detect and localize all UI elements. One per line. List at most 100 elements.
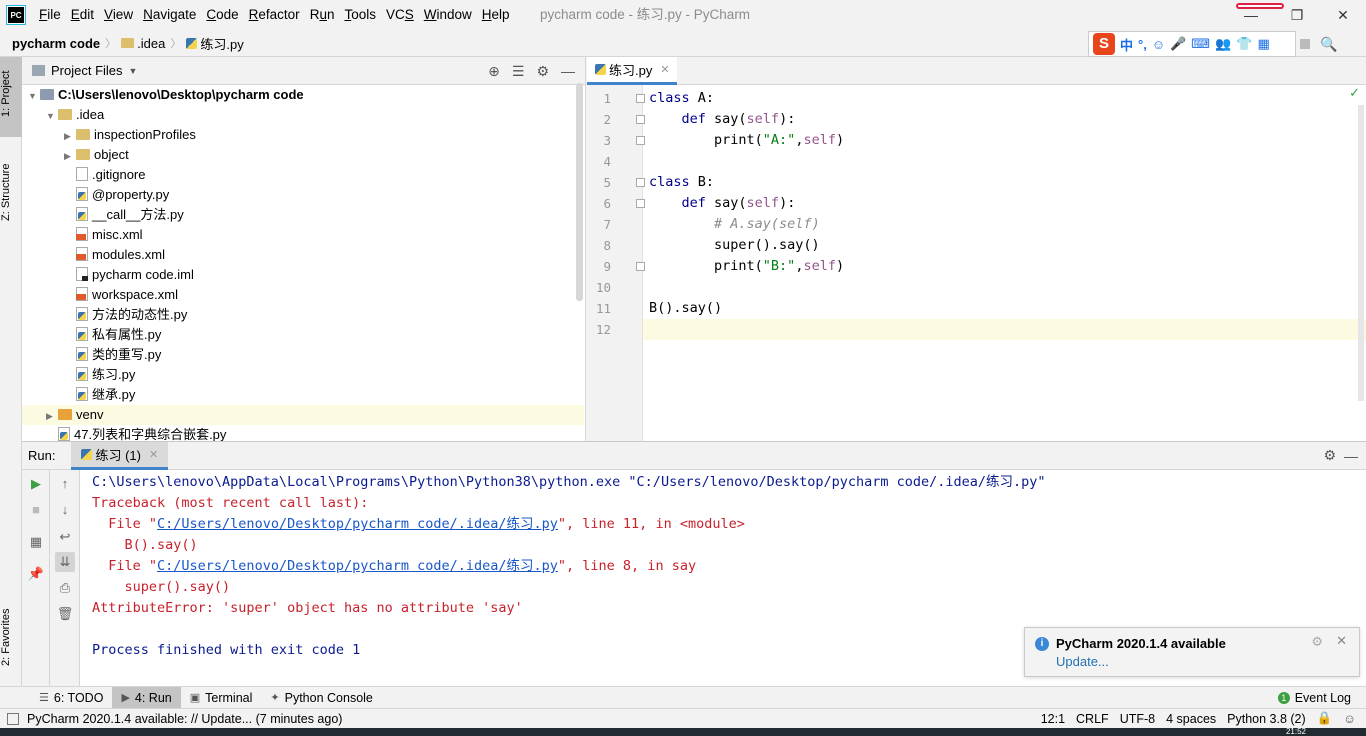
tree-row[interactable]: modules.xml	[22, 245, 584, 265]
menu-item[interactable]: File	[34, 0, 66, 30]
collapse-all-icon[interactable]: ☰	[512, 63, 525, 80]
tree-row[interactable]: 47.列表和字典综合嵌套.py	[22, 425, 584, 441]
ime-skin-icon[interactable]: 👕	[1236, 36, 1252, 52]
breadcrumb-folder[interactable]: .idea	[137, 36, 165, 51]
tree-row[interactable]: ▶ inspectionProfiles	[22, 125, 584, 145]
menu-item[interactable]: VCS	[381, 0, 419, 30]
todo-tool-tab[interactable]: ☰ 6: TODO	[30, 687, 112, 709]
ime-emoji-icon[interactable]: ☺	[1152, 37, 1165, 52]
editor-tab-active[interactable]: 练习.py ✕	[587, 57, 677, 85]
inspector-icon[interactable]: ☺	[1343, 712, 1356, 726]
console-output[interactable]: C:\Users\lenovo\AppData\Local\Programs\P…	[92, 472, 1092, 661]
tree-row[interactable]: ▶ venv	[22, 405, 584, 425]
tree-row[interactable]: 练习.py	[22, 365, 584, 385]
tree-row[interactable]: __call__方法.py	[22, 205, 584, 225]
menu-item[interactable]: Navigate	[138, 0, 201, 30]
rerun-icon[interactable]: ▶	[26, 474, 46, 494]
file-link[interactable]: C:/Users/lenovo/Desktop/pycharm code/.id…	[157, 558, 558, 574]
soft-wrap-icon[interactable]: ↩	[55, 527, 75, 547]
ime-punctuation-icon[interactable]: °,	[1138, 37, 1147, 52]
pin-icon[interactable]: 📌	[26, 564, 46, 584]
print-icon[interactable]: ⎙	[55, 578, 75, 598]
file-link[interactable]: C:/Users/lenovo/Desktop/pycharm code/.id…	[157, 516, 558, 532]
minimize-button[interactable]: —	[1240, 4, 1262, 26]
locate-file-icon[interactable]: ⊕	[488, 63, 500, 80]
expand-arrow-icon[interactable]: ▼	[28, 86, 40, 106]
run-config-tab[interactable]: 练习 (1) ✕	[71, 441, 169, 470]
breadcrumb-root[interactable]: pycharm code	[12, 36, 100, 51]
close-window-button[interactable]: ✕	[1332, 4, 1354, 26]
tree-row[interactable]: .gitignore	[22, 165, 584, 185]
close-tab-icon[interactable]: ✕	[149, 448, 158, 461]
menu-item[interactable]: Window	[419, 0, 477, 30]
event-log-tool-tab[interactable]: 1 Event Log	[1277, 691, 1351, 705]
ime-user-icon[interactable]: 👥	[1215, 36, 1231, 52]
stop-icon[interactable]	[1300, 39, 1310, 49]
tree-row[interactable]: misc.xml	[22, 225, 584, 245]
project-tool-tab[interactable]: 1: Project	[0, 57, 22, 137]
run-tool-tab[interactable]: ▶ 4: Run	[112, 686, 181, 709]
tree-row[interactable]: ▶ object	[22, 145, 584, 165]
scroll-to-end-icon[interactable]: ⇊	[55, 552, 75, 572]
layout-icon[interactable]: ▦	[26, 532, 46, 552]
hide-panel-icon[interactable]: —	[1344, 448, 1358, 464]
ime-toolbox-icon[interactable]: ▦	[1257, 36, 1269, 52]
stop-icon[interactable]: ■	[26, 500, 46, 520]
gear-icon[interactable]: ⚙	[536, 63, 549, 80]
up-arrow-icon[interactable]: ↑	[55, 474, 75, 494]
ime-chinese-mode[interactable]: 中	[1120, 35, 1133, 54]
tree-row[interactable]: pycharm code.iml	[22, 265, 584, 285]
terminal-tool-tab[interactable]: ▣ Terminal	[181, 687, 262, 709]
menu-item[interactable]: Refactor	[244, 0, 305, 30]
breadcrumb-file[interactable]: 练习.py	[200, 34, 243, 53]
file-encoding[interactable]: UTF-8	[1120, 712, 1155, 726]
tree-row[interactable]: 私有属性.py	[22, 325, 584, 345]
chevron-down-icon[interactable]: ▼	[129, 66, 138, 76]
toggle-tool-windows-icon[interactable]	[7, 712, 19, 725]
expand-arrow-icon[interactable]: ▶	[64, 126, 76, 146]
expand-arrow-icon[interactable]: ▼	[46, 106, 58, 126]
tree-scrollbar[interactable]	[576, 83, 583, 301]
indent-setting[interactable]: 4 spaces	[1166, 712, 1216, 726]
editor-scrollbar[interactable]	[1358, 105, 1364, 401]
inspection-ok-icon[interactable]: ✓	[1349, 85, 1360, 101]
update-link[interactable]: Update...	[1056, 654, 1109, 669]
maximize-button[interactable]: ❐	[1286, 4, 1308, 26]
python-console-tool-tab[interactable]: ✦ Python Console	[261, 687, 381, 709]
gear-icon[interactable]: ⚙	[1311, 634, 1323, 650]
caret-position[interactable]: 12:1	[1041, 712, 1065, 726]
tree-row[interactable]: workspace.xml	[22, 285, 584, 305]
status-message[interactable]: PyCharm 2020.1.4 available: // Update...…	[27, 712, 342, 726]
ime-keyboard-icon[interactable]: ⌨	[1191, 36, 1210, 52]
ime-voice-icon[interactable]: 🎤	[1170, 36, 1186, 52]
expand-arrow-icon[interactable]: ▶	[46, 406, 58, 426]
lock-icon[interactable]: 🔒	[1317, 711, 1333, 726]
hide-panel-icon[interactable]: —	[561, 63, 575, 79]
down-arrow-icon[interactable]: ↓	[55, 500, 75, 520]
menu-item[interactable]: Help	[477, 0, 515, 30]
tree-row[interactable]: 类的重写.py	[22, 345, 584, 365]
menu-item[interactable]: Tools	[339, 0, 381, 30]
project-view-selector[interactable]: Project Files	[51, 63, 123, 78]
python-interpreter[interactable]: Python 3.8 (2)	[1227, 712, 1306, 726]
sogou-logo-icon[interactable]: S	[1093, 33, 1115, 55]
gear-icon[interactable]: ⚙	[1323, 447, 1336, 464]
structure-tool-tab[interactable]: Z: Structure	[0, 149, 22, 235]
close-icon[interactable]: ✕	[1336, 633, 1347, 649]
menu-item[interactable]: Run	[305, 0, 340, 30]
menu-item[interactable]: View	[99, 0, 138, 30]
menu-item[interactable]: Edit	[66, 0, 99, 30]
tree-row[interactable]: ▼ C:\Users\lenovo\Desktop\pycharm code	[22, 85, 584, 105]
expand-arrow-icon[interactable]: ▶	[64, 146, 76, 166]
close-tab-icon[interactable]: ✕	[660, 63, 669, 76]
search-everywhere-icon[interactable]: 🔍	[1320, 36, 1337, 53]
menu-item[interactable]: Code	[201, 0, 243, 30]
favorites-tool-tab[interactable]: 2: Favorites	[0, 593, 22, 681]
tree-row[interactable]: @property.py	[22, 185, 584, 205]
tree-row[interactable]: ▼ .idea	[22, 105, 584, 125]
trash-icon[interactable]: 🗑	[55, 604, 75, 624]
tree-row[interactable]: 方法的动态性.py	[22, 305, 584, 325]
code-area[interactable]: class A: def say(self): print("A:",self)…	[643, 85, 1366, 441]
tree-row[interactable]: 继承.py	[22, 385, 584, 405]
line-separator[interactable]: CRLF	[1076, 712, 1109, 726]
